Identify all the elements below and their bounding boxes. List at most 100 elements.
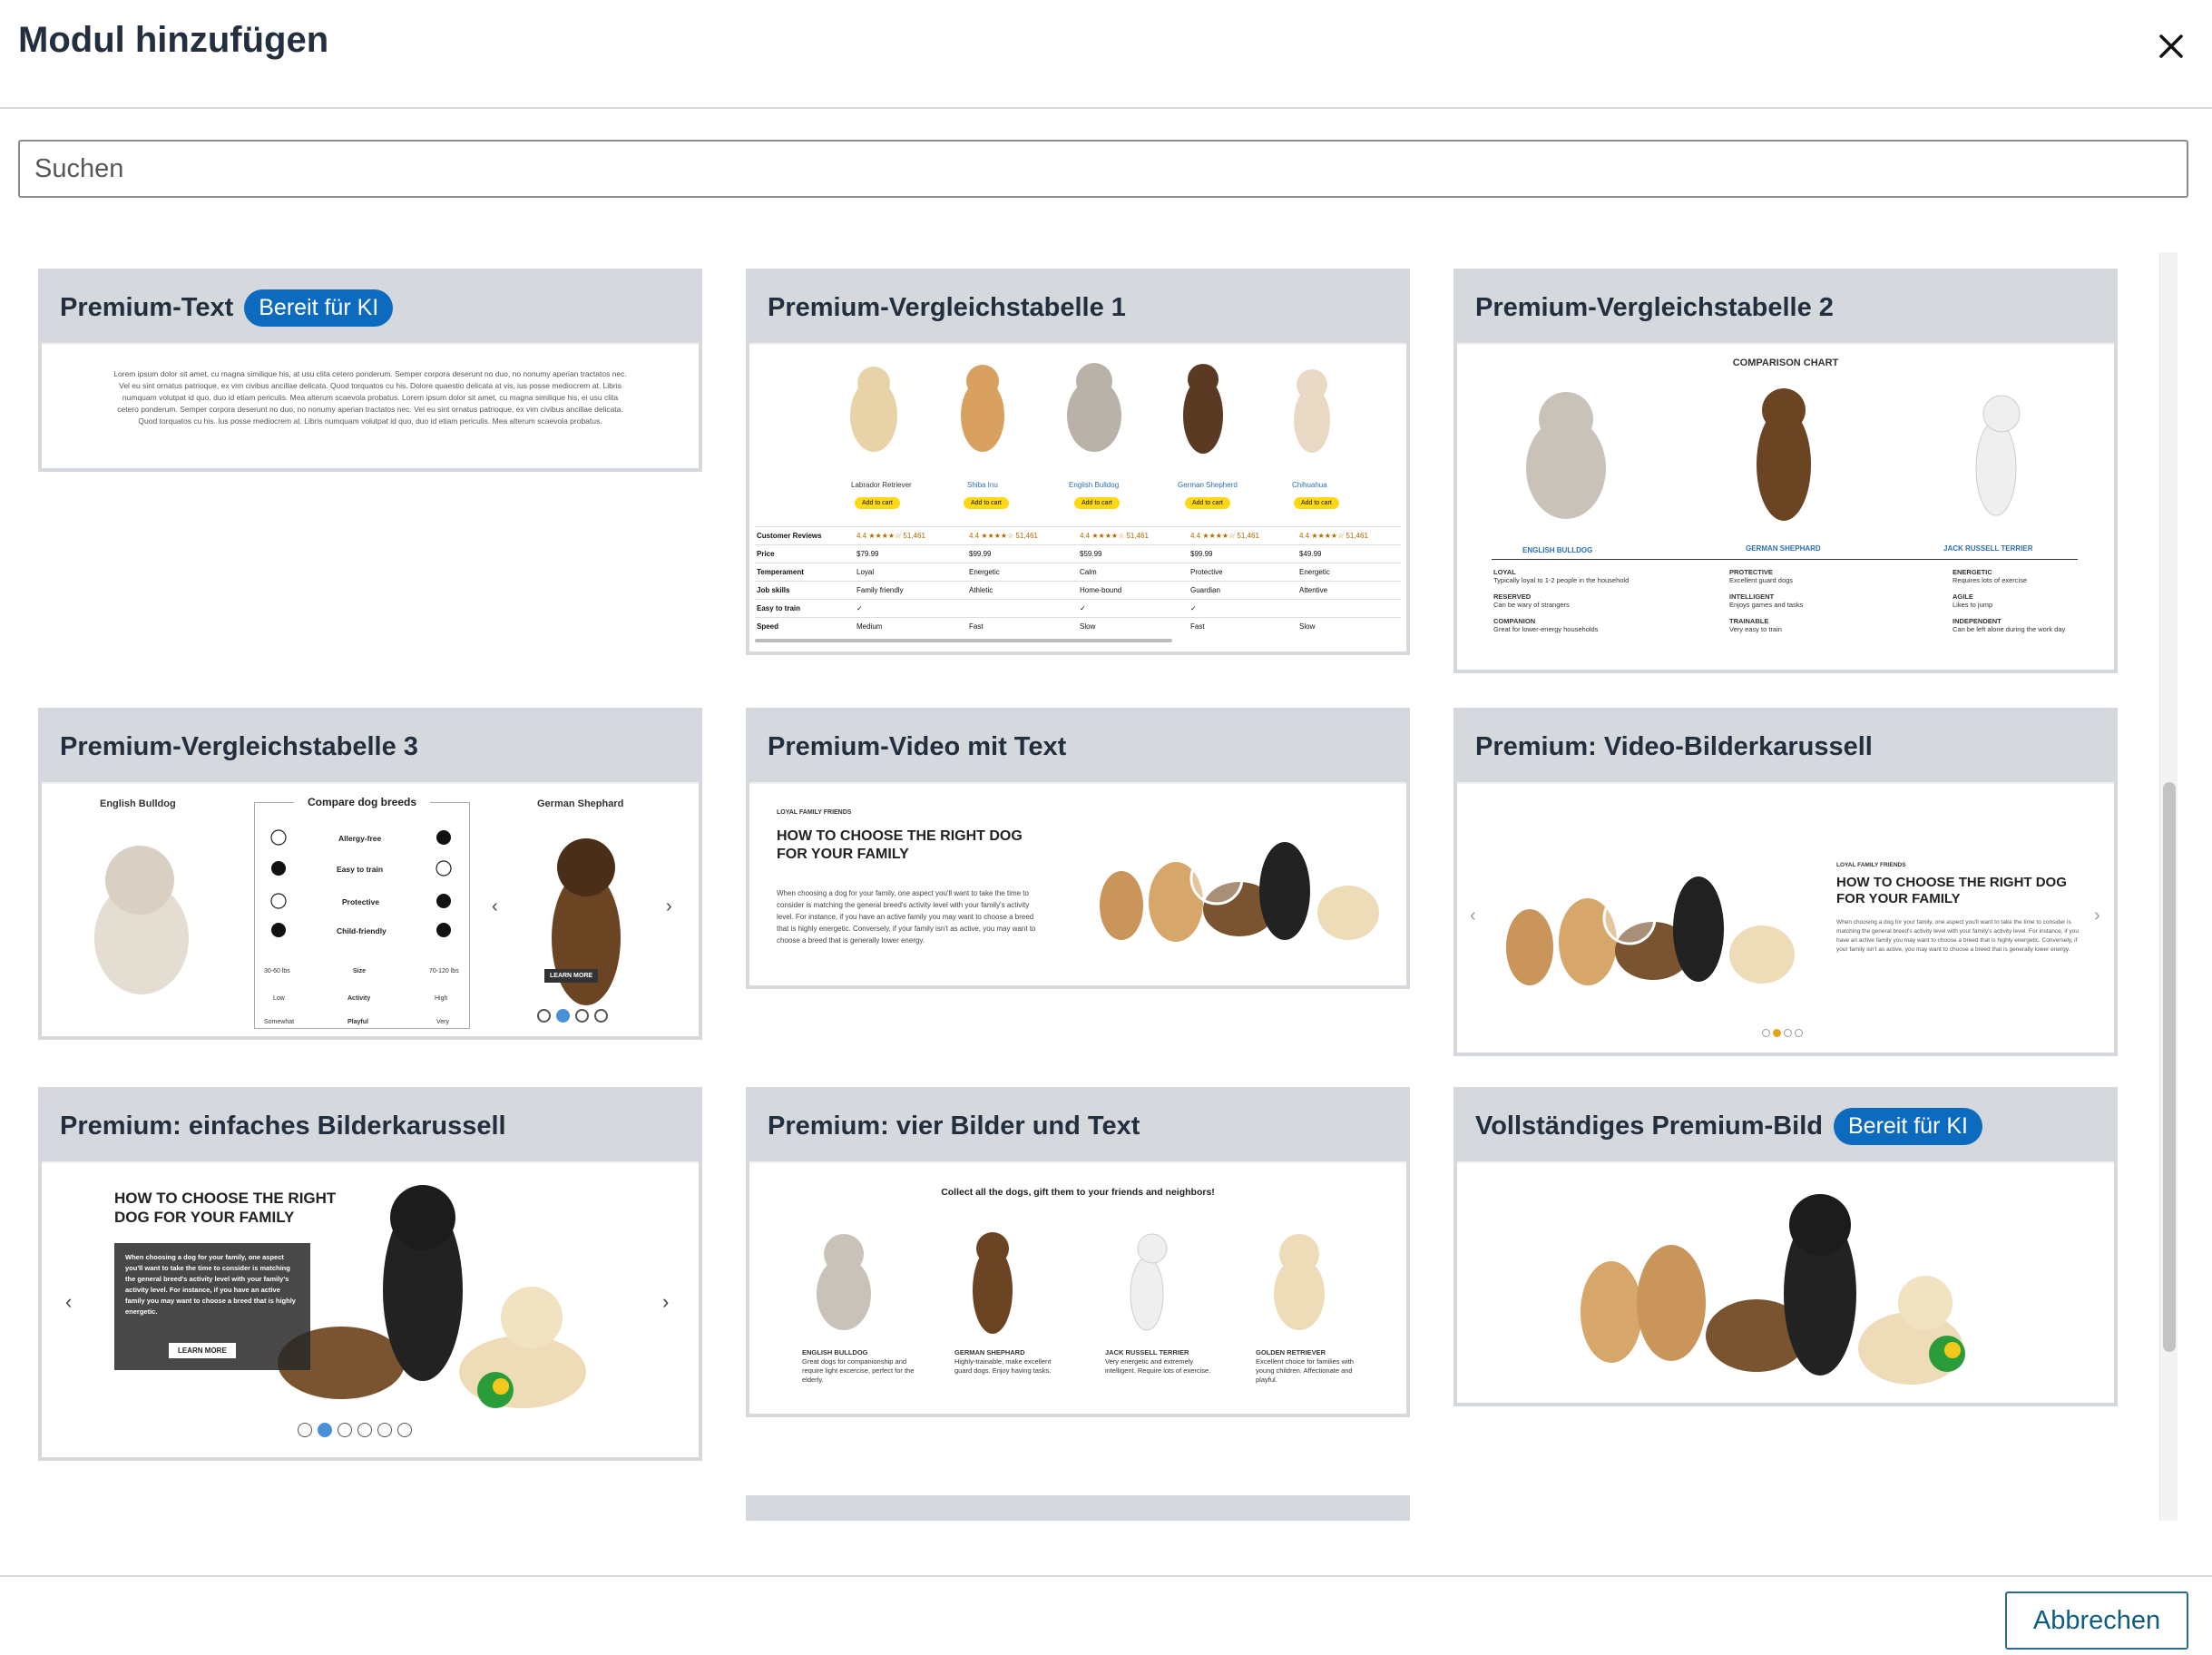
image-caption: GOLDEN RETRIEVER Excellent choice for fam… <box>1256 1348 1356 1385</box>
caption-text: Great dogs for companionship and require… <box>802 1357 915 1384</box>
dog-images <box>817 1232 1325 1334</box>
module-card-simple-carousel[interactable]: Premium: einfaches Bilderkarussell HOW T… <box>38 1087 702 1461</box>
trait-name: INDEPENDENT <box>1953 617 2002 625</box>
pager-dot-active <box>318 1423 332 1437</box>
image-caption: JACK RUSSELL TERRIER Very energetic and e… <box>1105 1348 1223 1376</box>
pager-dot <box>594 1009 608 1023</box>
card-title: Premium-Video mit Text <box>768 731 1067 761</box>
carousel-heading: HOW TO CHOOSE THE RIGHT DOG FOR YOUR FAM… <box>1836 875 2067 906</box>
preview-lorem-text: Lorem ipsum dolor sit amet, cu magna sim… <box>113 369 627 426</box>
module-card-four-images[interactable]: Premium: vier Bilder und Text Collect al… <box>746 1087 1410 1417</box>
dialog-header: Modul hinzufügen <box>0 0 2212 109</box>
card-preview: ‹ LOYAL FAMILY FRIENDS HOW TO CHOOSE THE… <box>1457 784 2114 1053</box>
search-input[interactable] <box>18 140 2188 198</box>
module-card-comparison-2[interactable]: Premium-Vergleichstabelle 2 COMPARISON C… <box>1453 269 2118 673</box>
scrollbar[interactable] <box>2159 252 2178 1521</box>
module-card-comparison-3[interactable]: Premium-Vergleichstabelle 3 English Bull… <box>38 708 702 1040</box>
row-cell: $99.99 <box>1190 550 1213 558</box>
module-card-premium-text[interactable]: Premium-Text Bereit für KI Lorem ipsum d… <box>38 269 702 472</box>
row-cell: 4.4 ★★★★☆ 51,461 <box>1190 532 1259 540</box>
module-card-full-image[interactable]: Vollständiges Premium-Bild Bereit für KI <box>1453 1087 2118 1406</box>
caption-text: Very energetic and extremely intelligent… <box>1105 1357 1211 1375</box>
kicker: LOYAL FAMILY FRIENDS <box>777 809 852 816</box>
row-cell: Attentive <box>1299 586 1328 594</box>
pager-dot-active <box>556 1009 570 1023</box>
table-row: Speed Medium Fast Slow Fast Slow <box>755 617 1401 635</box>
row-cell: 4.4 ★★★★☆ 51,461 <box>969 532 1038 540</box>
scale-label: Playful <box>347 1019 368 1025</box>
module-card-video-carousel[interactable]: Premium: Video-Bilderkarussell ‹ LOYAL F… <box>1453 708 2118 1056</box>
card-header: Premium-Vergleichstabelle 1 <box>749 272 1406 343</box>
carousel-next-icon: › <box>666 896 672 916</box>
kicker: LOYAL FAMILY FRIENDS <box>1836 862 1906 868</box>
compare-dots <box>270 829 452 937</box>
scale-left: 30-60 lbs <box>264 968 290 974</box>
table-row: Job skills Family friendly Athletic Home… <box>755 581 1401 599</box>
breed-label: English Bulldog <box>1069 481 1120 489</box>
scale-left: Somewhat <box>264 1019 295 1025</box>
breed-label: Shiba Inu <box>967 481 998 489</box>
trait-name: RESERVED <box>1493 592 1532 601</box>
card-header: Premium-Vergleichstabelle 2 <box>1457 272 2114 343</box>
scale-right: Very <box>436 1019 450 1025</box>
module-card-video-text[interactable]: Premium-Video mit Text LOYAL FAMILY FRIE… <box>746 708 1410 989</box>
carousel-next-icon: › <box>662 1290 670 1313</box>
card-preview: English Bulldog Compare dog breeds Aller… <box>42 784 699 1036</box>
carousel-pager <box>1762 1029 1803 1037</box>
card-title: Premium-Vergleichstabelle 1 <box>768 292 1126 322</box>
row-cell: Energetic <box>969 568 1000 576</box>
left-breed-name: English Bulldog <box>100 798 176 809</box>
breed-label: German Shepherd <box>1178 481 1238 489</box>
compare-table: Compare dog breeds Allergy-free Easy to … <box>254 796 470 1029</box>
pager-dot-active <box>1773 1029 1781 1037</box>
row-cell: 4.4 ★★★★☆ 51,461 <box>1080 532 1149 540</box>
row-cell: $99.99 <box>969 550 992 558</box>
row-cell: ✓ <box>1080 604 1086 612</box>
row-label: Temperament <box>757 568 804 576</box>
card-preview: COMPARISON CHART ENGLISH BULLDOG GERMAN … <box>1457 345 2114 670</box>
scrollbar-thumb[interactable] <box>2163 782 2176 1352</box>
chart-heading: COMPARISON CHART <box>1732 357 1839 368</box>
trait-desc: Typically loyal to 1-2 people in the hou… <box>1493 576 1630 584</box>
module-card-comparison-1[interactable]: Premium-Vergleichstabelle 1 Labrador Ret… <box>746 269 1410 655</box>
carousel-prev-icon: ‹ <box>65 1290 73 1313</box>
trait-column: LOYAL Typically loyal to 1-2 people in th… <box>1493 568 1675 633</box>
pager-dot <box>357 1423 372 1437</box>
dog-images <box>1526 388 2021 521</box>
carousel-pager <box>537 1009 608 1023</box>
close-icon[interactable] <box>2150 25 2192 67</box>
text-overlay-box: When choosing a dog for your family, one… <box>114 1243 310 1370</box>
trait-name: TRAINABLE <box>1729 617 1769 625</box>
trait-name: COMPANION <box>1493 617 1536 625</box>
module-card-partial[interactable] <box>746 1495 1410 1521</box>
cancel-button[interactable]: Abbrechen <box>2005 1591 2188 1650</box>
module-grid: Premium-Text Bereit für KI Lorem ipsum d… <box>0 252 2141 1521</box>
carousel-prev-icon: ‹ <box>492 896 498 916</box>
breed-label: Chihuahua <box>1292 481 1327 489</box>
row-cell: Home-bound <box>1080 586 1122 594</box>
add-to-cart-chip: Add to cart <box>1294 497 1339 509</box>
pager-dot <box>575 1009 589 1023</box>
row-label: Easy to train <box>757 604 801 612</box>
shepherd-image <box>552 838 621 1005</box>
card-preview: HOW TO CHOOSE THE RIGHT DOG FOR YOUR FAM… <box>42 1163 699 1457</box>
pager-dot <box>537 1009 551 1023</box>
card-title: Premium-Vergleichstabelle 3 <box>60 731 418 761</box>
breed-label: Labrador Retriever <box>851 481 912 489</box>
breed-caption: ENGLISH BULLDOG <box>1522 546 1593 554</box>
add-to-cart-chip: Add to cart <box>1185 497 1230 509</box>
dialog-title: Modul hinzufügen <box>18 20 329 60</box>
card-title: Premium: Video-Bilderkarussell <box>1475 731 1873 761</box>
row-cell: Athletic <box>969 586 993 594</box>
row-cell: Energetic <box>1299 568 1330 576</box>
card-header: Premium-Text Bereit für KI <box>42 272 699 343</box>
card-header: Premium: vier Bilder und Text <box>749 1091 1406 1161</box>
row-cell: ✓ <box>1190 604 1197 612</box>
trait-column: PROTECTIVE Excellent guard dogs INTELLIGE… <box>1729 568 1884 633</box>
table-row: Easy to train ✓ ✓ ✓ <box>755 599 1401 617</box>
ai-ready-badge: Bereit für KI <box>244 289 394 327</box>
breed-caption: GERMAN SHEPHARD <box>1746 544 1821 553</box>
add-to-cart-chip: Add to cart <box>964 497 1009 509</box>
trait-desc: Excellent guard dogs <box>1729 576 1794 584</box>
scale-left: Low <box>273 995 285 1002</box>
